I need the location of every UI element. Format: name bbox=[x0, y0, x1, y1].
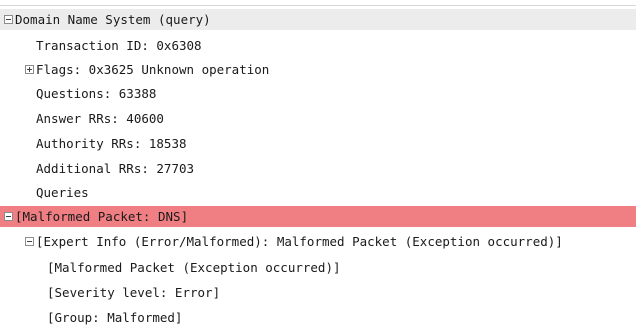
malformed-exception: [Malformed Packet (Exception occurred)] bbox=[47, 260, 341, 275]
group-row[interactable]: [Group: Malformed] bbox=[0, 307, 636, 328]
questions-row[interactable]: Questions: 63388 bbox=[0, 83, 636, 104]
dns-tree-item[interactable]: Domain Name System (query) bbox=[0, 9, 636, 30]
queries-row[interactable]: Queries bbox=[0, 182, 636, 203]
answer-rrs-row[interactable]: Answer RRs: 40600 bbox=[0, 108, 636, 129]
expert-info: [Expert Info (Error/Malformed): Malforme… bbox=[36, 234, 563, 249]
severity-row[interactable]: [Severity level: Error] bbox=[0, 282, 636, 303]
transaction-id: Transaction ID: 0x6308 bbox=[36, 38, 202, 53]
packet-details-pane: Domain Name System (query) Transaction I… bbox=[0, 0, 636, 329]
collapse-dns-icon[interactable] bbox=[4, 15, 13, 24]
expand-flags-icon[interactable] bbox=[25, 65, 34, 74]
queries: Queries bbox=[36, 185, 89, 200]
questions: Questions: 63388 bbox=[36, 86, 157, 101]
exception-row[interactable]: [Malformed Packet (Exception occurred)] bbox=[0, 257, 636, 278]
flags-tree-item[interactable]: Flags: 0x3625 Unknown operation bbox=[0, 59, 636, 80]
dns-title: Domain Name System (query) bbox=[15, 12, 211, 27]
expert-info-tree-item[interactable]: [Expert Info (Error/Malformed): Malforme… bbox=[0, 231, 636, 252]
transaction-id-row[interactable]: Transaction ID: 0x6308 bbox=[0, 35, 636, 56]
authority-rrs: Authority RRs: 18538 bbox=[36, 136, 187, 151]
severity-level: [Severity level: Error] bbox=[47, 285, 221, 300]
additional-rrs-row[interactable]: Additional RRs: 27703 bbox=[0, 158, 636, 179]
answer-rrs: Answer RRs: 40600 bbox=[36, 111, 164, 126]
malformed-group: [Group: Malformed] bbox=[47, 310, 183, 325]
additional-rrs: Additional RRs: 27703 bbox=[36, 161, 195, 176]
authority-rrs-row[interactable]: Authority RRs: 18538 bbox=[0, 133, 636, 154]
collapse-malformed-icon[interactable] bbox=[4, 212, 13, 221]
previous-row-edge bbox=[0, 0, 636, 6]
flags: Flags: 0x3625 Unknown operation bbox=[36, 62, 270, 77]
malformed-packet-title: [Malformed Packet: DNS] bbox=[15, 209, 189, 224]
malformed-packet-tree-item[interactable]: [Malformed Packet: DNS] bbox=[0, 206, 636, 227]
collapse-expert-info-icon[interactable] bbox=[25, 237, 34, 246]
